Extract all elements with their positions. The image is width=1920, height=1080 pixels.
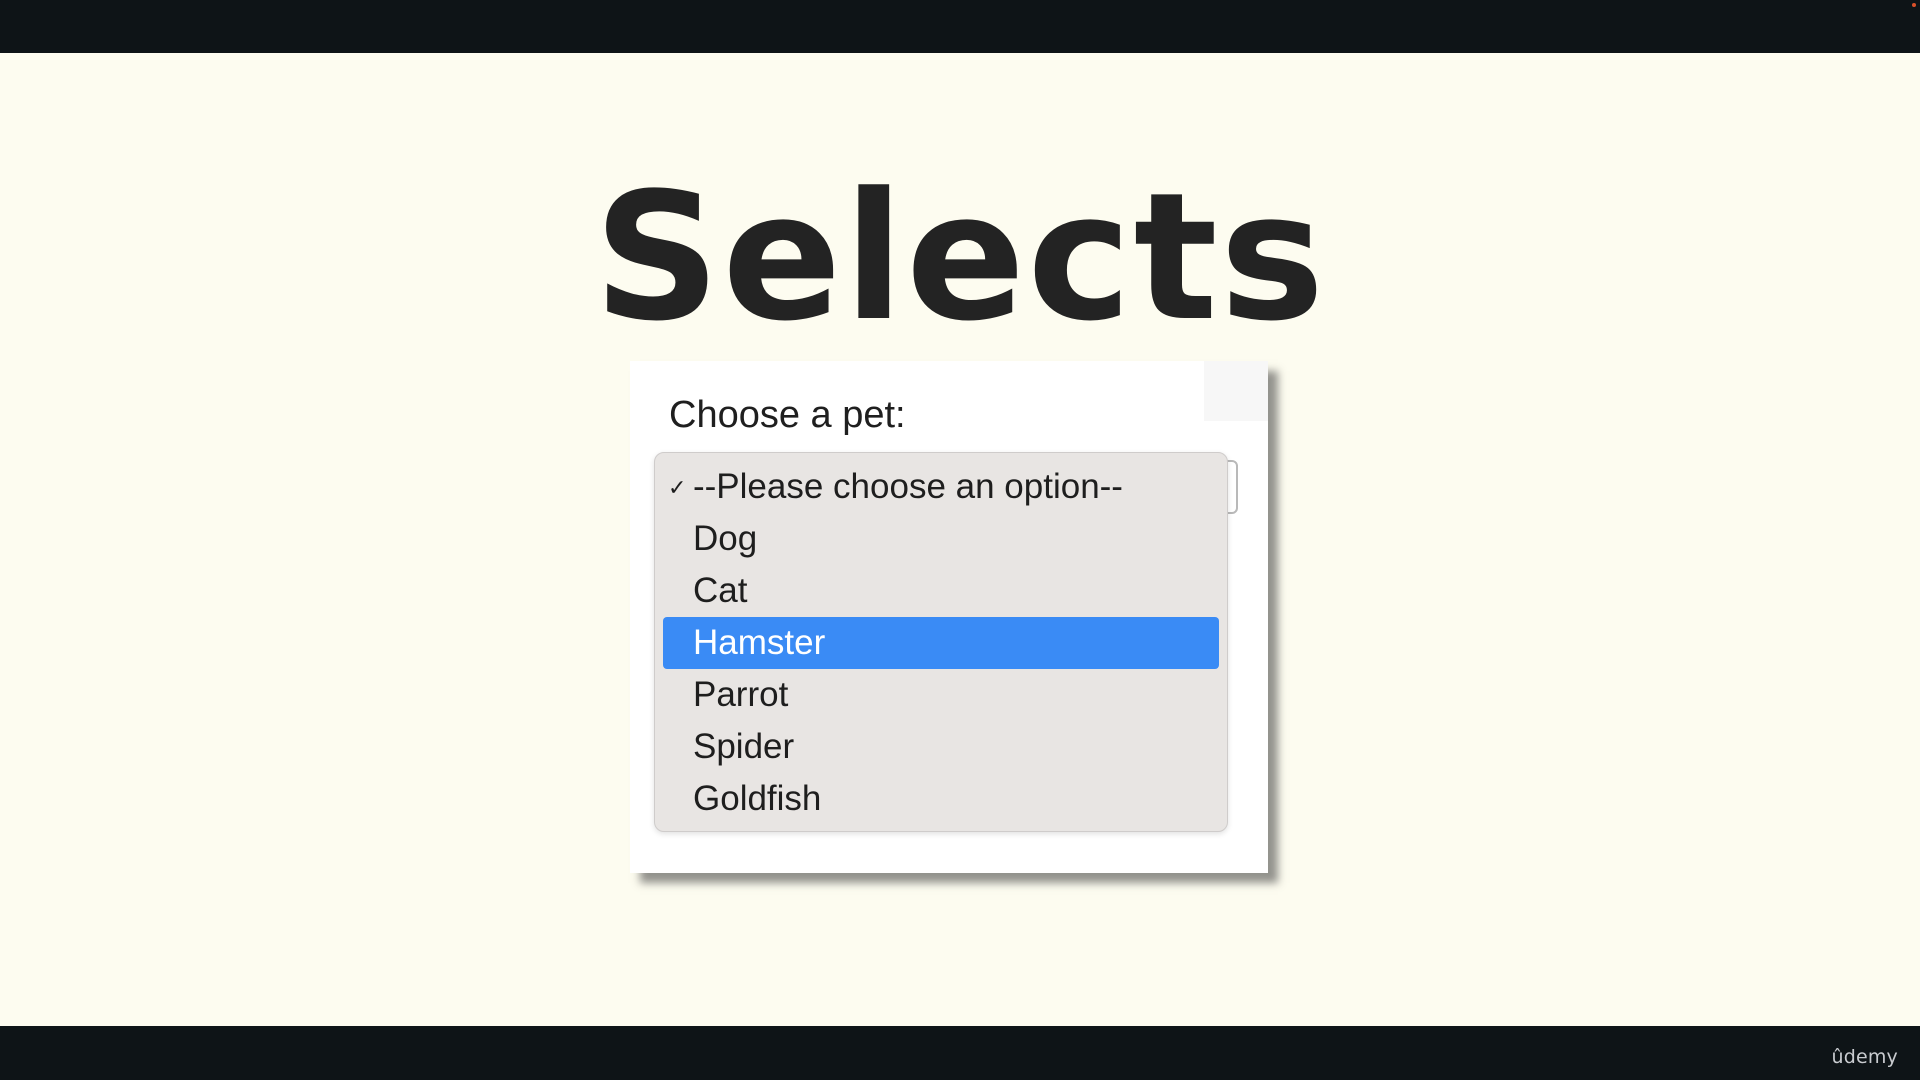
pet-select-dropdown[interactable]: ✓ --Please choose an option-- Dog Cat Ha… xyxy=(654,452,1228,832)
option-label: Goldfish xyxy=(693,779,822,818)
option-spider[interactable]: Spider xyxy=(663,721,1219,773)
option-label: Spider xyxy=(693,727,795,766)
option-label: --Please choose an option-- xyxy=(693,467,1123,506)
slide: Selects Choose a pet: ✓ --Please choose … xyxy=(0,53,1920,1026)
option-label: Cat xyxy=(693,571,748,610)
card-corner xyxy=(1204,361,1268,421)
option-goldfish[interactable]: Goldfish xyxy=(663,773,1219,825)
option-label: Hamster xyxy=(693,623,826,662)
option-dog[interactable]: Dog xyxy=(663,513,1219,565)
option-hamster[interactable]: Hamster xyxy=(663,617,1219,669)
option-label: Parrot xyxy=(693,675,789,714)
demo-card: Choose a pet: ✓ --Please choose an optio… xyxy=(630,361,1268,873)
option-parrot[interactable]: Parrot xyxy=(663,669,1219,721)
check-icon: ✓ xyxy=(668,475,687,500)
pet-select-label: Choose a pet: xyxy=(669,394,906,436)
slide-title: Selects xyxy=(593,155,1327,360)
option-label: Dog xyxy=(693,519,758,558)
option-cat[interactable]: Cat xyxy=(663,565,1219,617)
recording-indicator-icon xyxy=(1912,3,1916,7)
option-placeholder[interactable]: ✓ --Please choose an option-- xyxy=(663,461,1219,513)
video-top-bar xyxy=(0,0,1920,53)
udemy-logo: ûdemy xyxy=(1831,1046,1898,1068)
video-bottom-bar: ûdemy xyxy=(0,1026,1920,1080)
